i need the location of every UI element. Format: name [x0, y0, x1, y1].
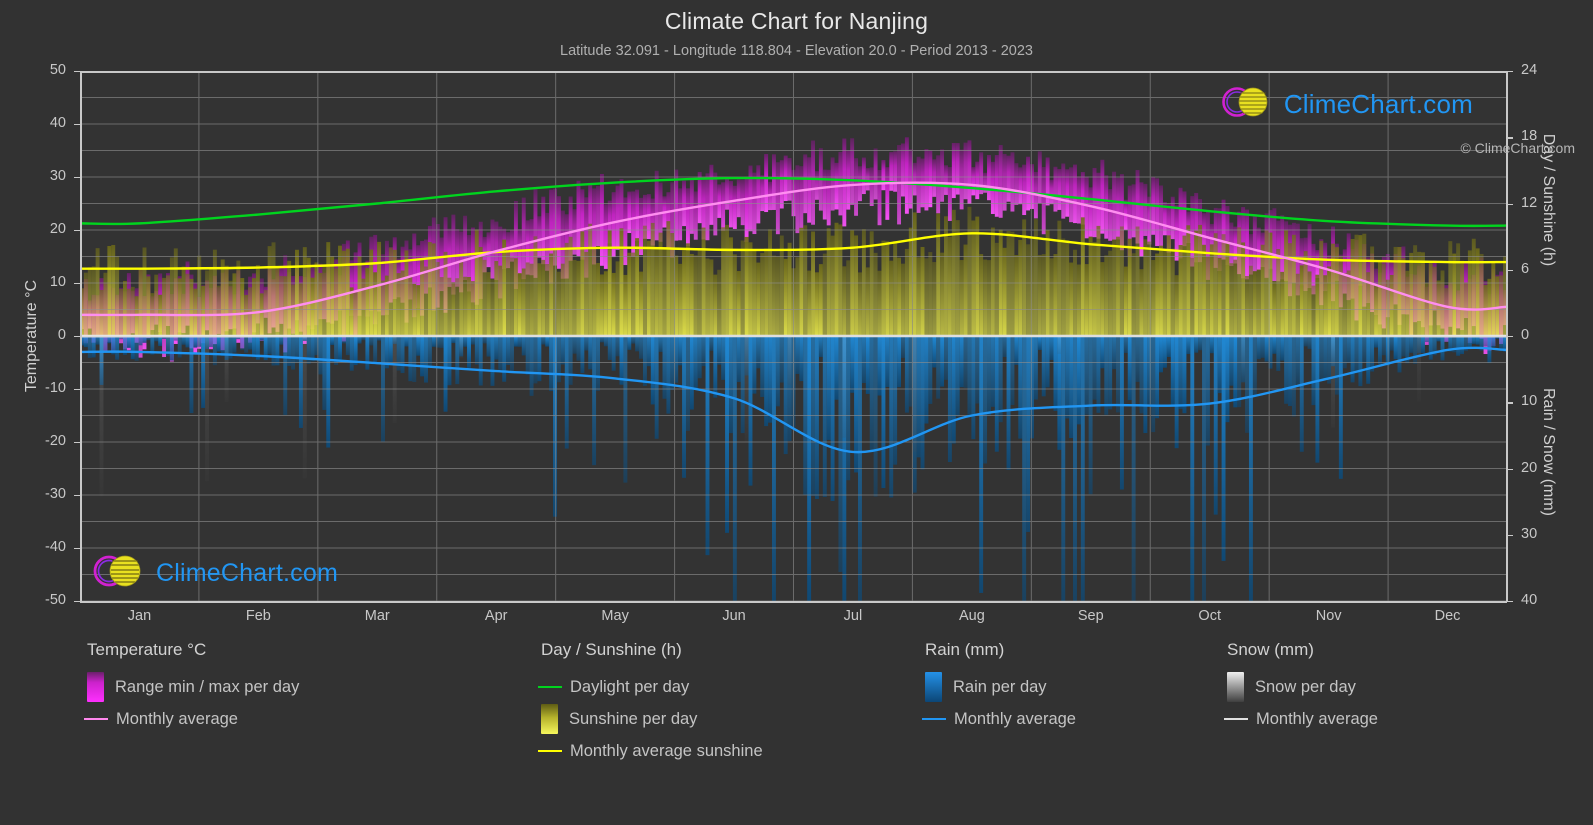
axis-frame-left: [80, 71, 82, 602]
legend-item[interactable]: Monthly average: [922, 703, 1076, 735]
y-right-tickmark: [1507, 336, 1513, 338]
x-tick-jan: Jan: [127, 608, 152, 624]
legend-item[interactable]: Daylight per day: [538, 671, 763, 703]
y-right-tick-24: 24: [1521, 62, 1538, 78]
axis-frame-bottom: [80, 601, 1507, 603]
legend-group-rain-mm: Rain (mm) Rain per day Monthly average: [922, 640, 1076, 735]
y-left-tickmark: [74, 601, 80, 603]
legend-item-label: Sunshine per day: [569, 709, 698, 728]
y-left-tickmark: [74, 336, 80, 338]
y-right-tickmark: [1507, 137, 1513, 139]
copyright-text: © ClimeChart.com: [1460, 140, 1575, 156]
x-tick-jun: Jun: [722, 608, 746, 624]
legend-item-label: Monthly average: [954, 709, 1076, 728]
legend-group-day-sunshine-h: Day / Sunshine (h) Daylight per day Sunshi…: [538, 640, 763, 767]
x-tick-apr: Apr: [484, 608, 508, 624]
legend-swatch-icon: [925, 672, 942, 702]
x-tick-dec: Dec: [1434, 608, 1461, 624]
legend-item-label: Range min / max per day: [115, 677, 300, 696]
y-right-tickmark: [1507, 269, 1513, 272]
y-left-tickmark: [74, 442, 80, 444]
x-tick-aug: Aug: [958, 608, 985, 624]
y-left-tickmark: [74, 495, 80, 497]
legend-item-label: Rain per day: [953, 677, 1047, 696]
logo-top-right[interactable]: ClimeChart.com: [1220, 83, 1473, 126]
x-tick-nov: Nov: [1315, 608, 1342, 624]
climate-chart-page: Climate Chart for Nanjing Latitude 32.09…: [0, 0, 1593, 825]
legend-item-label: Monthly average sunshine: [570, 741, 763, 760]
y-left-tick-40: 40: [49, 115, 66, 131]
series-snow-line: [80, 335, 1507, 338]
y-left-tickmark: [74, 71, 80, 73]
legend-item[interactable]: Monthly average sunshine: [538, 735, 763, 767]
legend-item-label: Snow per day: [1255, 677, 1356, 696]
legend-line-icon: [1224, 718, 1248, 720]
logo-top-right-text: ClimeChart.com: [1283, 89, 1473, 119]
legend-group-title: Temperature °C: [87, 640, 207, 659]
legend-line-icon: [922, 718, 946, 720]
y-right-tickmark: [1507, 71, 1513, 73]
x-tick-oct: Oct: [1198, 608, 1221, 624]
legend-swatch-icon: [1227, 672, 1244, 702]
legend-group-title: Day / Sunshine (h): [541, 640, 682, 659]
x-tick-mar: Mar: [364, 608, 390, 624]
legend-line-icon: [84, 718, 108, 720]
y-left-tickmark: [74, 230, 80, 232]
y-left-tickmark: [74, 177, 80, 179]
legend-item-label: Monthly average: [116, 709, 238, 728]
page-title: Climate Chart for Nanjing: [664, 8, 929, 34]
legend-group-title: Snow (mm): [1227, 640, 1314, 659]
axis-frame-top: [80, 71, 1507, 73]
legend-item[interactable]: Rain per day: [925, 671, 1076, 703]
legend-line-icon: [538, 750, 562, 752]
y-left-tickmark: [74, 548, 80, 550]
legend-swatch-icon: [87, 672, 104, 702]
legend-item[interactable]: Range min / max per day: [87, 671, 299, 703]
legend-item-label: Daylight per day: [570, 677, 690, 696]
y-left-tick--30: -30: [45, 486, 66, 502]
logo-bottom-left[interactable]: ClimeChart.com: [92, 551, 338, 596]
x-tick-may: May: [601, 608, 629, 624]
y-right-tickmark: [1507, 468, 1513, 470]
y-right-tickmark: [1507, 402, 1513, 404]
x-tick-sep: Sep: [1077, 608, 1104, 624]
y-left-tick--20: -20: [45, 433, 66, 449]
y-right-tickmark: [1507, 601, 1513, 603]
legend-item[interactable]: Monthly average: [84, 703, 299, 735]
y-axis-right-title-bottom: Rain / Snow (mm): [1540, 387, 1557, 517]
chart-canvas: [80, 71, 1507, 601]
y-left-tick-50: 50: [49, 62, 66, 78]
y-right-tick-30: 30: [1521, 525, 1538, 542]
x-tick-feb: Feb: [245, 608, 271, 624]
y-axis-left-title: Temperature °C: [23, 279, 40, 393]
climechart-logo-icon: [1220, 83, 1278, 126]
y-left-tick--50: -50: [45, 592, 66, 608]
chart-plot-area: ClimeChart.com ClimeChart.com: [80, 71, 1507, 601]
y-right-tick-0: 0: [1521, 327, 1530, 343]
y-left-tickmark: [74, 389, 80, 391]
legend-item[interactable]: Snow per day: [1227, 671, 1378, 703]
y-right-tick-40: 40: [1521, 592, 1538, 608]
y-left-tick-30: 30: [49, 168, 66, 184]
y-right-tickmark: [1507, 534, 1513, 537]
legend-item-label: Monthly average: [1256, 709, 1378, 728]
y-left-tickmark: [74, 283, 80, 285]
legend-swatch-icon: [541, 704, 558, 734]
logo-bottom-left-text: ClimeChart.com: [156, 559, 338, 587]
legend-group-title: Rain (mm): [925, 640, 1005, 659]
page-subtitle: Latitude 32.091 - Longitude 118.804 - El…: [560, 43, 1033, 59]
y-right-tickmark: [1507, 203, 1513, 205]
climechart-logo-icon-2: [92, 551, 150, 596]
y-left-tick-20: 20: [49, 221, 66, 237]
legend-group-temperature-c: Temperature °C Range min / max per day Mon…: [84, 640, 299, 735]
y-left-tickmark: [74, 124, 80, 126]
legend-item[interactable]: Sunshine per day: [541, 703, 763, 735]
chart-legend: Temperature °C Range min / max per day Mon…: [0, 640, 1593, 825]
legend-line-icon: [538, 686, 562, 688]
legend-group-snow-mm: Snow (mm) Snow per day Monthly average: [1224, 640, 1378, 735]
legend-item[interactable]: Monthly average: [1224, 703, 1378, 735]
x-tick-jul: Jul: [843, 608, 863, 624]
y-left-tick--40: -40: [45, 539, 66, 555]
